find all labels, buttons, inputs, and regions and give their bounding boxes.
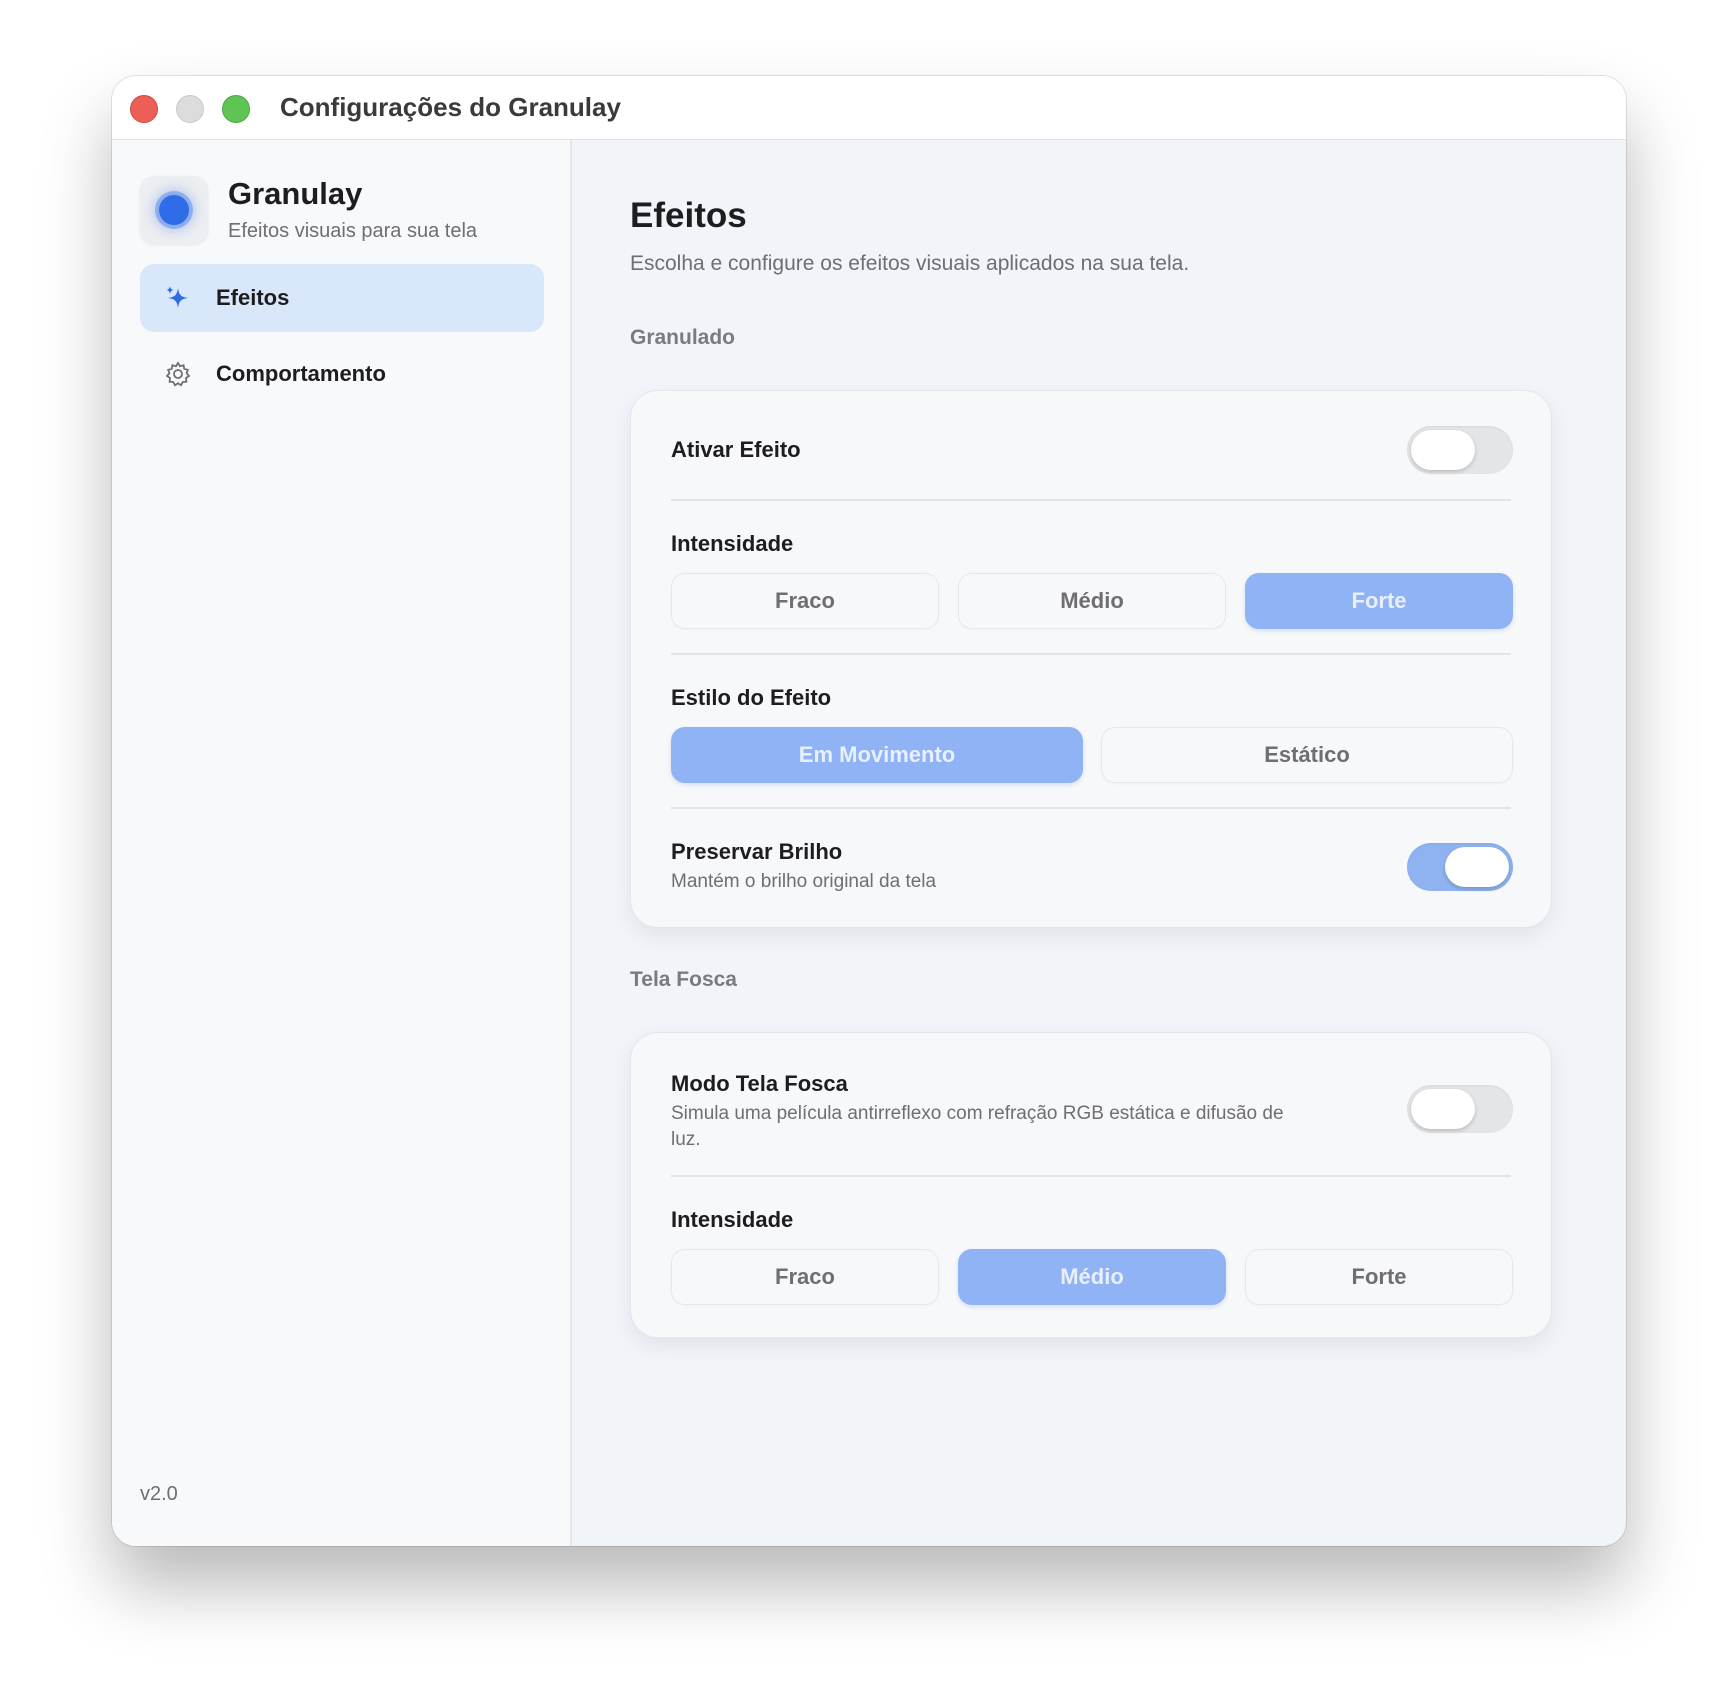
page-title: Efeitos [630,196,747,235]
effect-style-label: Estilo do Efeito [671,685,832,710]
section-label-granulado: Granulado [630,326,736,349]
matte-intensity-option-medio[interactable]: Médio [958,1249,1226,1305]
matte-mode-description: Simula uma película antirreflexo com ref… [671,1103,1284,1150]
title-bar: Configurações do Granulay [112,76,1626,140]
matte-mode-toggle[interactable] [1407,1085,1513,1133]
sidebar-item-efeitos[interactable]: Efeitos [140,264,544,332]
divider [671,807,1511,809]
preserve-brightness-toggle[interactable] [1407,843,1513,891]
sidebar-item-label: Efeitos [216,285,290,310]
sidebar-item-label: Comportamento [216,361,386,386]
tela-fosca-card: Modo Tela Fosca Simula uma película anti… [630,1032,1552,1338]
preserve-brightness-description: Mantém o brilho original da tela [671,871,937,892]
intensity-option-medio[interactable]: Médio [958,573,1226,629]
divider [671,499,1511,501]
app-subtitle: Efeitos visuais para sua tela [228,220,478,242]
style-option-em-movimento[interactable]: Em Movimento [671,727,1083,783]
gear-icon [164,360,192,388]
minimize-window-button[interactable] [176,95,204,123]
preserve-brightness-label: Preservar Brilho [671,839,843,864]
sparkles-icon [164,284,192,312]
app-name: Granulay [228,176,363,211]
divider [671,653,1511,655]
version-label: v2.0 [140,1483,178,1505]
zoom-window-button[interactable] [222,95,250,123]
intensity-option-forte[interactable]: Forte [1245,573,1513,629]
style-option-estatico[interactable]: Estático [1101,727,1513,783]
intensity-option-fraco[interactable]: Fraco [671,573,939,629]
section-label-tela-fosca: Tela Fosca [630,968,737,991]
matte-intensity-label: Intensidade [671,1207,794,1232]
granulado-card: Ativar Efeito Intensidade Fraco Médio Fo… [630,390,1552,928]
toggle-knob [1445,847,1509,887]
page-subtitle: Escolha e configure os efeitos visuais a… [630,252,1190,275]
app-icon [140,176,208,244]
toggle-knob [1411,430,1475,470]
intensity-label: Intensidade [671,531,794,556]
divider [671,1175,1511,1177]
matte-intensity-option-fraco[interactable]: Fraco [671,1249,939,1305]
matte-mode-label: Modo Tela Fosca [671,1071,848,1096]
activate-effect-toggle[interactable] [1407,426,1513,474]
close-window-button[interactable] [130,95,158,123]
main-content: Efeitos Escolha e configure os efeitos v… [572,140,1626,1546]
settings-window: Configurações do Granulay Granulay Efeit… [112,76,1626,1546]
matte-intensity-option-forte[interactable]: Forte [1245,1249,1513,1305]
activate-effect-label: Ativar Efeito [671,437,801,462]
sidebar: Granulay Efeitos visuais para sua tela E… [112,140,572,1546]
sidebar-item-comportamento[interactable]: Comportamento [140,340,544,408]
toggle-knob [1411,1089,1475,1129]
window-title: Configurações do Granulay [280,92,621,122]
